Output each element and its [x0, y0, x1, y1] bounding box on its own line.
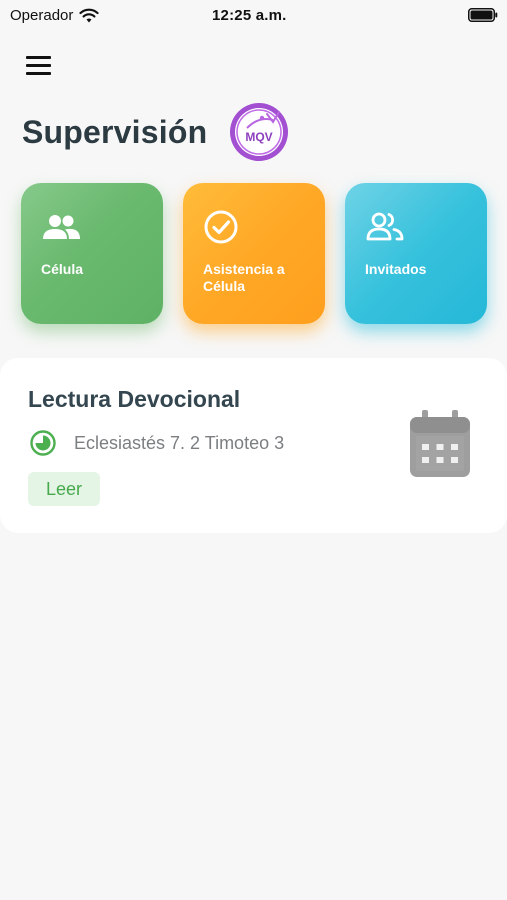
asistencia-label: Asistencia a Célula [203, 261, 285, 294]
check-circle-icon [204, 210, 238, 244]
reading-reference: Eclesiastés 7. 2 Timoteo 3 [74, 433, 285, 453]
devotional-title: Lectura Devocional [28, 386, 241, 412]
carrier-info: Operador [10, 7, 99, 24]
invitados-label: Invitados [365, 261, 427, 277]
hamburger-icon-line-2 [26, 64, 51, 67]
celula-card[interactable]: Célula [21, 183, 163, 324]
carrier-name: Operador [10, 7, 74, 24]
status-time: 12:25 a.m. [212, 7, 287, 24]
group-icon [43, 215, 80, 239]
battery-icon [468, 8, 498, 22]
invitados-card[interactable]: Invitados [345, 183, 487, 324]
menu-button[interactable] [26, 56, 52, 76]
calendar-icon [410, 410, 470, 477]
people-outline-icon [366, 212, 404, 241]
hamburger-icon-line-1 [26, 56, 51, 59]
status-bar: Operador 12:25 a.m. [0, 0, 507, 30]
progress-clock-icon [30, 430, 56, 456]
asistencia-card[interactable]: Asistencia a Célula [183, 183, 325, 324]
read-button[interactable]: Leer [28, 472, 100, 506]
hamburger-icon-line-3 [26, 72, 51, 75]
app-logo: MQV [230, 103, 288, 161]
logo-text: MQV [245, 130, 272, 144]
wifi-icon [79, 8, 99, 22]
celula-label: Célula [41, 261, 84, 277]
devotional-card: Lectura Devocional Eclesiastés 7. 2 Timo… [0, 358, 507, 533]
page-title: Supervisión [22, 114, 208, 150]
app-screen: Operador 12:25 a.m. Supervisión MQV Célu… [0, 0, 507, 900]
